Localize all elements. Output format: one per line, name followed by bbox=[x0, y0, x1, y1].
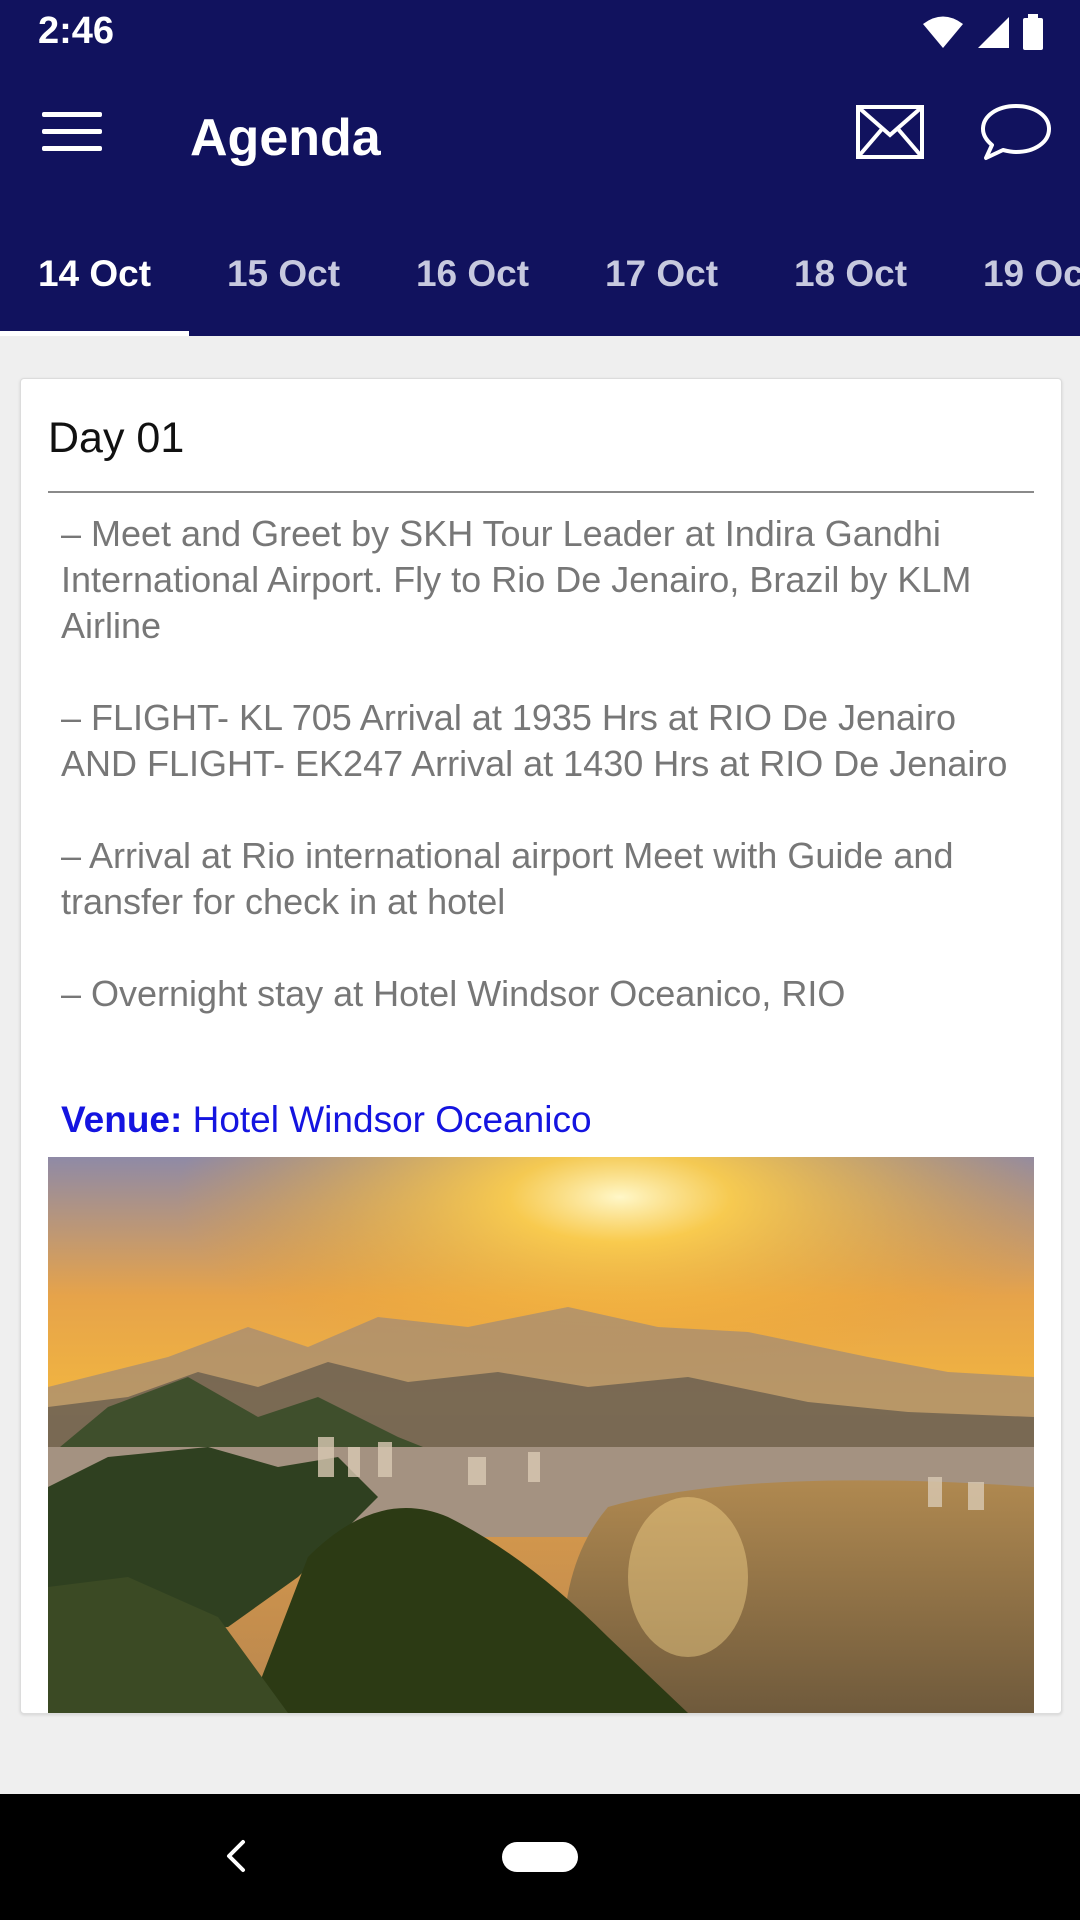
venue-link[interactable]: Hotel Windsor Oceanico bbox=[193, 1099, 592, 1140]
tab-18-oct[interactable]: 18 Oct bbox=[756, 212, 945, 336]
day-title: Day 01 bbox=[48, 414, 185, 462]
app-bar: Agenda bbox=[0, 64, 1080, 212]
tab-17-oct[interactable]: 17 Oct bbox=[567, 212, 756, 336]
status-time: 2:46 bbox=[38, 10, 115, 52]
system-nav-bar bbox=[0, 1794, 1080, 1920]
venue: Venue: Hotel Windsor Oceanico bbox=[61, 1099, 592, 1141]
agenda-item: – Overnight stay at Hotel Windsor Oceani… bbox=[61, 973, 846, 1014]
venue-photo bbox=[48, 1157, 1034, 1713]
date-tabs: 14 Oct 15 Oct 16 Oct 17 Oct 18 Oct 19 Oc… bbox=[0, 212, 1080, 336]
venue-label: Venue: bbox=[61, 1099, 183, 1140]
agenda-card: Day 01 – Meet and Greet by SKH Tour Lead… bbox=[20, 378, 1062, 1714]
battery-icon bbox=[1023, 14, 1043, 50]
tab-19-oct[interactable]: 19 Oct bbox=[945, 212, 1080, 336]
status-bar: 2:46 bbox=[0, 0, 1080, 64]
tab-15-oct[interactable]: 15 Oct bbox=[189, 212, 378, 336]
menu-icon[interactable] bbox=[42, 112, 102, 162]
agenda-item: – Meet and Greet by SKH Tour Leader at I… bbox=[61, 513, 972, 646]
agenda-item: – FLIGHT- KL 705 Arrival at 1935 Hrs at … bbox=[61, 697, 1008, 784]
agenda-items: – Meet and Greet by SKH Tour Leader at I… bbox=[61, 511, 1031, 1063]
mail-icon[interactable] bbox=[855, 104, 925, 160]
home-pill-icon[interactable] bbox=[502, 1842, 578, 1872]
status-icons bbox=[922, 14, 1044, 50]
divider bbox=[48, 491, 1034, 493]
wifi-icon bbox=[923, 16, 963, 48]
back-icon[interactable] bbox=[215, 1834, 255, 1878]
page-title: Agenda bbox=[190, 109, 381, 167]
cellular-signal-icon bbox=[978, 17, 1009, 48]
tab-16-oct[interactable]: 16 Oct bbox=[378, 212, 567, 336]
chat-icon[interactable] bbox=[980, 102, 1052, 162]
tab-14-oct[interactable]: 14 Oct bbox=[0, 212, 189, 336]
agenda-item: – Arrival at Rio international airport M… bbox=[61, 835, 954, 922]
